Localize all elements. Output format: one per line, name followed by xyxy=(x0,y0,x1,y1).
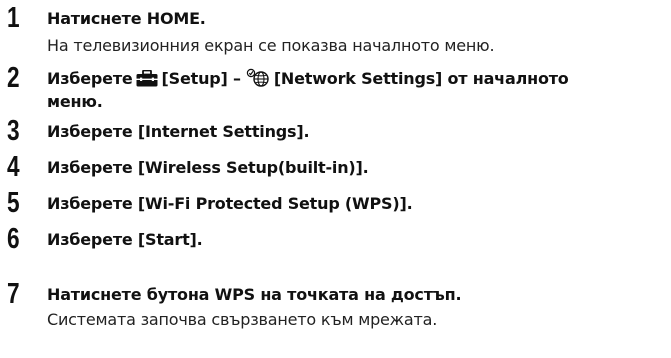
step-1: 1 Натиснете HOME. На телевизионния екран… xyxy=(0,3,671,59)
step-number: 1 xyxy=(7,2,20,34)
step-5: 5 Изберете [Wi-Fi Protected Setup (WPS)]… xyxy=(0,188,671,218)
step-number: 7 xyxy=(7,278,20,310)
step-4: 4 Изберете [Wireless Setup(built-in)]. xyxy=(0,152,671,182)
step-instruction: Изберете [Internet Settings]. xyxy=(47,122,310,141)
step-instruction: Натиснете HOME. xyxy=(47,9,206,28)
setup-menu-label: [Setup] – xyxy=(161,69,241,88)
step-description: Системата започва свързването към мрежат… xyxy=(47,310,438,329)
network-settings-label: [Network Settings] от началното xyxy=(273,69,569,88)
step-6: 6 Изберете [Start]. xyxy=(0,224,671,254)
step-instruction: Изберете [Wireless Setup(built-in)]. xyxy=(47,158,369,177)
step-2: 2 Изберете [Setup] – [Network Settings] … xyxy=(0,63,671,113)
step-3: 3 Изберете [Internet Settings]. xyxy=(0,116,671,146)
step-number: 2 xyxy=(7,62,20,94)
step-instruction: Натиснете бутона WPS на точката на достъ… xyxy=(47,285,462,304)
step-number: 4 xyxy=(7,151,20,183)
step-instruction-continued: меню. xyxy=(47,92,103,111)
step-number: 3 xyxy=(7,115,20,147)
step-description: На телевизионния екран се показва началн… xyxy=(47,36,495,55)
step-instruction-prefix: Изберете xyxy=(47,69,133,88)
step-7: 7 Натиснете бутона WPS на точката на дос… xyxy=(0,279,671,337)
step-instruction: Изберете [Wi-Fi Protected Setup (WPS)]. xyxy=(47,194,413,213)
step-number: 6 xyxy=(7,223,20,255)
instruction-list: 1 Натиснете HOME. На телевизионния екран… xyxy=(0,0,671,358)
step-number: 5 xyxy=(7,187,20,219)
step-instruction: Изберете [Start]. xyxy=(47,230,203,249)
